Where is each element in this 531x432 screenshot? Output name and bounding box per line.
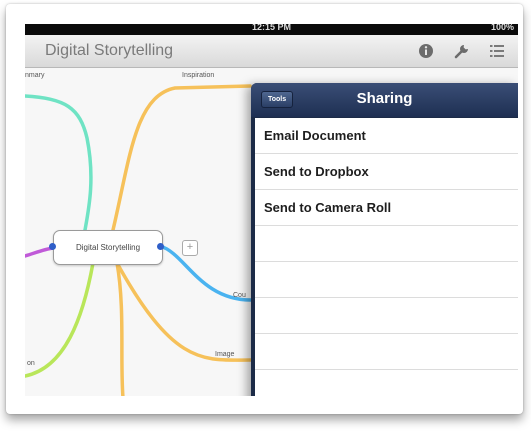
status-bar: 12:15 PM 100% bbox=[25, 24, 518, 35]
popover-title: Sharing bbox=[356, 90, 413, 107]
central-node-label: Digital Storytelling bbox=[75, 243, 141, 252]
branch-image bbox=[115, 261, 125, 396]
add-node-button[interactable]: + bbox=[182, 240, 198, 256]
email-document-item[interactable]: Email Document bbox=[255, 118, 518, 154]
empty-row bbox=[255, 298, 518, 334]
send-to-dropbox-item[interactable]: Send to Dropbox bbox=[255, 154, 518, 190]
send-to-camera-roll-item[interactable]: Send to Camera Roll bbox=[255, 190, 518, 226]
central-node[interactable]: Digital Storytelling bbox=[53, 230, 163, 265]
popover-header: Tools Sharing bbox=[251, 83, 518, 117]
branch-image-right bbox=[115, 261, 253, 362]
branch-label-summary[interactable]: nmary bbox=[25, 72, 44, 79]
branch-summary bbox=[25, 94, 93, 232]
ipad-screen: 12:15 PM 100% Digital Storytelling Inspi… bbox=[25, 24, 518, 396]
sharing-options-list: Email Document Send to Dropbox Send to C… bbox=[255, 118, 518, 396]
document-title: Digital Storytelling bbox=[45, 42, 174, 59]
status-time: 12:15 PM bbox=[251, 24, 292, 32]
wrench-icon[interactable] bbox=[453, 42, 471, 60]
navigation-bar: Digital Storytelling bbox=[25, 35, 518, 68]
branch-label-inspiration[interactable]: Inspiration bbox=[182, 72, 214, 79]
node-handle-right[interactable] bbox=[157, 243, 164, 250]
branch-purple bbox=[25, 246, 55, 258]
branch-label-on[interactable]: on bbox=[27, 360, 35, 367]
battery-indicator: 100% bbox=[490, 24, 514, 32]
branch-inspiration bbox=[111, 84, 252, 232]
empty-row bbox=[255, 370, 518, 396]
info-icon[interactable] bbox=[417, 42, 435, 60]
empty-row bbox=[255, 334, 518, 370]
empty-row bbox=[255, 226, 518, 262]
branch-label-image[interactable]: Image bbox=[215, 351, 234, 358]
sharing-popover: Tools Sharing Email Document Send to Dro… bbox=[251, 83, 518, 396]
branch-label-cou[interactable]: Cou bbox=[233, 292, 246, 299]
branch-green bbox=[25, 261, 95, 378]
photo-frame: 12:15 PM 100% Digital Storytelling Inspi… bbox=[6, 4, 523, 414]
node-handle-left[interactable] bbox=[49, 243, 56, 250]
list-icon[interactable] bbox=[488, 42, 506, 60]
empty-row bbox=[255, 262, 518, 298]
